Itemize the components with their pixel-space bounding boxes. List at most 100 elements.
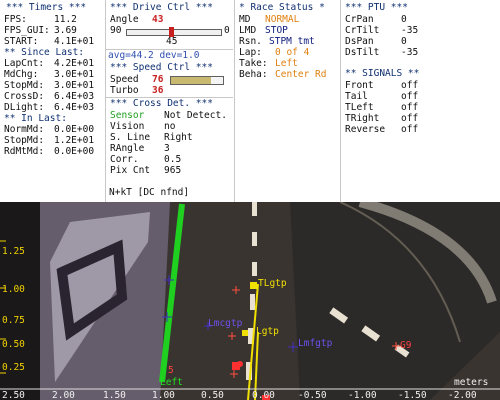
ptu-title: *** PTU *** bbox=[345, 2, 408, 13]
take-value: Left bbox=[275, 58, 298, 69]
signal-label: TLeft bbox=[345, 102, 374, 113]
camera-view: TLgtp Lgtp Lmcgtp Lmfgtp G9 5 Left 1.25 … bbox=[0, 202, 500, 400]
since-last-value: 6.4E+03 bbox=[54, 91, 95, 102]
since-last-value: 4.2E+01 bbox=[54, 58, 95, 69]
fps-value: 11.2 bbox=[54, 14, 77, 25]
cross-label: Corr. bbox=[110, 154, 139, 165]
ptu-label: CrPan bbox=[345, 14, 374, 25]
cross-value: Right bbox=[164, 132, 193, 143]
x-tick: 1.50 bbox=[103, 390, 126, 400]
angle-slider-max: 0 bbox=[224, 25, 230, 36]
take-label: Take: bbox=[239, 58, 268, 69]
in-last-value: 0.0E+00 bbox=[54, 124, 95, 135]
angle-value: 43 bbox=[152, 14, 164, 25]
speed-value: 76 bbox=[152, 74, 164, 85]
since-last-label: MdChg: bbox=[4, 69, 39, 80]
cross-value: Not Detect. bbox=[164, 110, 227, 121]
x-tick: -1.50 bbox=[398, 390, 427, 400]
cross-det-title: *** Cross Det. *** bbox=[110, 98, 213, 109]
rsn-value: STPM tmt bbox=[269, 36, 315, 47]
lmcgtp-label: Lmcgtp bbox=[208, 318, 243, 329]
lmd-value: STOP bbox=[265, 25, 288, 36]
drive-ctrl-title: *** Drive Ctrl *** bbox=[110, 2, 213, 13]
angle-slider-value: 45 bbox=[166, 36, 178, 47]
beha-label: Beha: bbox=[239, 69, 268, 80]
nkt-text: N+kT [DC nfnd] bbox=[109, 187, 190, 198]
angle-slider[interactable] bbox=[126, 27, 222, 37]
speed-label: Speed bbox=[110, 74, 139, 85]
since-last-label: LapCnt: bbox=[4, 58, 45, 69]
in-last-value: 0.0E+00 bbox=[54, 146, 95, 157]
start-value: 4.1E+01 bbox=[54, 36, 95, 47]
x-tick: 0.00 bbox=[252, 390, 275, 400]
cross-label: Pix Cnt bbox=[110, 165, 151, 176]
since-last-label: StopMd: bbox=[4, 80, 45, 91]
y-tick: 1.25 bbox=[2, 246, 25, 257]
signal-label: Reverse bbox=[345, 124, 386, 135]
cross-label: Sensor bbox=[110, 110, 145, 121]
ptu-label: DsTilt bbox=[345, 47, 380, 58]
since-last-value: 3.0E+01 bbox=[54, 69, 95, 80]
timers-panel: *** Timers *** FPS: 11.2 FPS_GUI: 3.69 S… bbox=[0, 0, 104, 202]
in-last-value: 1.2E+01 bbox=[54, 135, 95, 146]
lap-label: Lap: bbox=[239, 47, 262, 58]
signal-value: off bbox=[401, 80, 419, 91]
timers-title: *** Timers *** bbox=[6, 2, 87, 13]
ptu-panel: *** PTU *** CrPan 0 CrTilt -35 DsPan 0 D… bbox=[340, 0, 500, 202]
cross-label: S. Line bbox=[110, 132, 151, 143]
fps-row: FPS: bbox=[4, 14, 27, 25]
speed-bar-fill bbox=[171, 77, 211, 84]
rsn-label: Rsn. bbox=[239, 36, 262, 47]
race-status-title: * Race Status * bbox=[239, 2, 325, 13]
angle-slider-min: 90 bbox=[110, 25, 122, 36]
y-tick: 0.50 bbox=[2, 339, 25, 350]
tlgtp-label: TLgtp bbox=[258, 278, 287, 289]
drive-ctrl-panel: *** Drive Ctrl *** Angle 43 90 0 45 avg=… bbox=[105, 0, 233, 202]
since-last-value: 3.0E+01 bbox=[54, 80, 95, 91]
since-last-value: 6.4E+03 bbox=[54, 102, 95, 113]
ptu-value: 0 bbox=[401, 14, 407, 25]
signal-label: Tail bbox=[345, 91, 368, 102]
md-value: NORMAL bbox=[265, 14, 300, 25]
turbo-label: Turbo bbox=[110, 85, 139, 96]
x-tick: 2.00 bbox=[52, 390, 75, 400]
signal-value: off bbox=[401, 124, 419, 135]
in-last-label: NormMd: bbox=[4, 124, 45, 135]
cross-label: Vision bbox=[110, 121, 145, 132]
in-last-label: StopMd: bbox=[4, 135, 45, 146]
x-unit-label: meters bbox=[454, 377, 489, 388]
speed-bar bbox=[170, 76, 224, 85]
cross-value: 965 bbox=[164, 165, 182, 176]
signal-value: off bbox=[401, 91, 419, 102]
lap-value: 0 of 4 bbox=[275, 47, 310, 58]
ptu-value: 0 bbox=[401, 36, 407, 47]
ptu-label: DsPan bbox=[345, 36, 374, 47]
x-tick: 1.00 bbox=[152, 390, 175, 400]
since-last-label: DLight: bbox=[4, 102, 45, 113]
left-num-label: 5 bbox=[168, 365, 174, 376]
y-tick: 0.25 bbox=[2, 362, 25, 373]
ptu-value: -35 bbox=[401, 25, 419, 36]
signal-label: TRight bbox=[345, 113, 380, 124]
x-tick: 0.50 bbox=[201, 390, 224, 400]
since-last-title: ** Since Last: bbox=[4, 47, 85, 58]
y-tick: 0.75 bbox=[2, 315, 25, 326]
camera-scene bbox=[0, 202, 500, 400]
lmd-label: LMD bbox=[239, 25, 257, 36]
signals-title: ** SIGNALS ** bbox=[345, 68, 420, 79]
signal-value: off bbox=[401, 113, 419, 124]
fps-gui-value: 3.69 bbox=[54, 25, 77, 36]
ptu-label: CrTilt bbox=[345, 25, 380, 36]
fps-label: FPS: bbox=[4, 14, 27, 25]
x-tick: 2.50 bbox=[2, 390, 25, 400]
turbo-value: 36 bbox=[152, 85, 164, 96]
beha-value: Center Rd bbox=[275, 69, 327, 80]
angle-label: Angle bbox=[110, 14, 139, 25]
cross-value: 0.5 bbox=[164, 154, 182, 165]
md-label: MD bbox=[239, 14, 251, 25]
ptu-value: -35 bbox=[401, 47, 419, 58]
lgtp-label: Lgtp bbox=[256, 326, 279, 337]
in-last-title: ** In Last: bbox=[4, 113, 67, 124]
cross-label: RAngle bbox=[110, 143, 145, 154]
fps-gui-label: FPS_GUI: bbox=[4, 25, 50, 36]
